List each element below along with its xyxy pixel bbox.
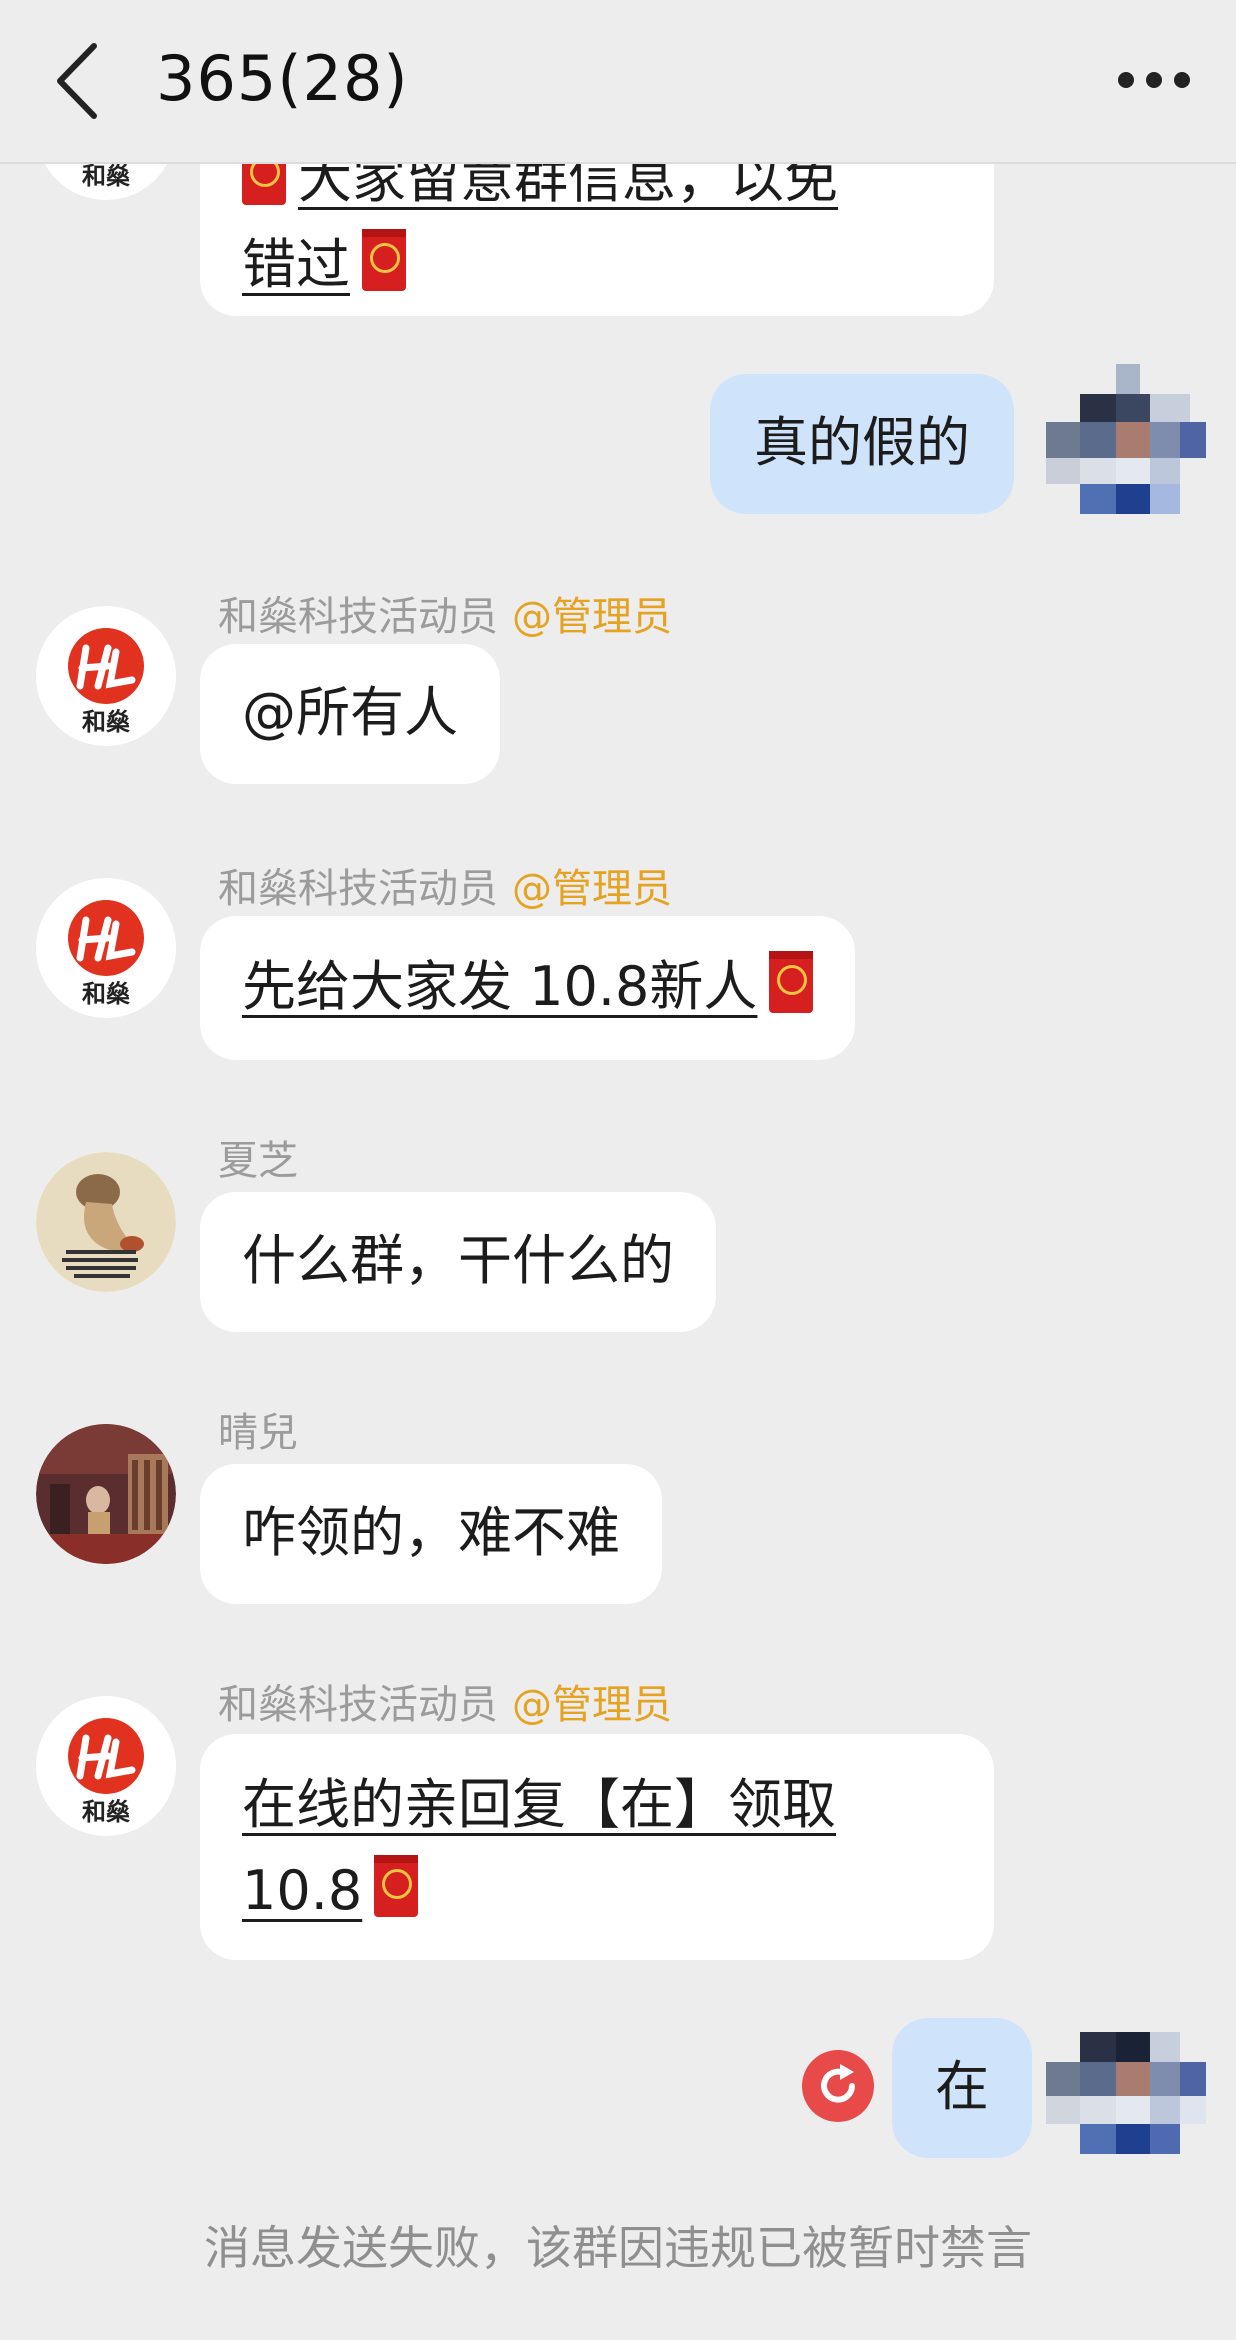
self-message-bubble[interactable]: 在: [892, 2018, 1032, 2158]
sender-name: 夏芝: [218, 1128, 298, 1186]
sender-label: 和燊科技活动员: [218, 1682, 498, 1728]
message-text: 错过: [242, 233, 350, 296]
message-text: 在: [935, 2055, 989, 2118]
avatar-hexin[interactable]: 和燊: [36, 1696, 176, 1836]
message-bubble[interactable]: @所有人: [200, 644, 500, 784]
svg-text:和燊: 和燊: [82, 708, 130, 736]
retry-send-button[interactable]: [802, 2050, 874, 2122]
message-text: 在线的亲回复【在】领取: [242, 1773, 836, 1836]
user-photo-icon: [36, 1152, 176, 1292]
user-photo-icon: [36, 1424, 176, 1564]
pixelated-avatar-icon: [1046, 2032, 1206, 2154]
more-dots-icon: [1118, 72, 1190, 88]
more-button[interactable]: [1112, 50, 1196, 110]
sender-label: 和燊科技活动员: [218, 594, 498, 640]
message-bubble[interactable]: 咋领的，难不难: [200, 1464, 662, 1604]
hexin-logo-icon: 和燊: [36, 878, 176, 1018]
svg-text:和燊: 和燊: [82, 980, 130, 1008]
self-message-bubble[interactable]: 真的假的: [710, 374, 1014, 514]
refresh-icon: [802, 2050, 874, 2122]
avatar-xiazhi[interactable]: [36, 1152, 176, 1292]
sender-name: 晴兒: [218, 1400, 298, 1458]
sender-name: 和燊科技活动员 @管理员: [218, 584, 672, 642]
avatar-qinger[interactable]: [36, 1424, 176, 1564]
red-packet-icon: [374, 1855, 419, 1917]
message-text: 真的假的: [754, 411, 970, 474]
message-text: @所有人: [242, 681, 458, 744]
sender-name: 和燊科技活动员 @管理员: [218, 856, 672, 914]
self-avatar[interactable]: [1046, 364, 1206, 524]
message-text: 10.8: [242, 1859, 363, 1922]
red-packet-icon: [362, 229, 406, 291]
avatar-hexin[interactable]: 和燊: [36, 878, 176, 1018]
chat-header: 365(28): [0, 0, 1236, 164]
role-tag: @管理员: [512, 866, 672, 912]
pixelated-avatar-icon: [1046, 364, 1206, 514]
sender-label: 夏芝: [218, 1138, 298, 1184]
chevron-left-icon: [57, 43, 97, 119]
mute-notice: 消息发送失败，该群因违规已被暂时禁言: [204, 2221, 1032, 2275]
sender-name: 和燊科技活动员 @管理员: [218, 1672, 672, 1730]
self-avatar[interactable]: [1046, 2032, 1206, 2192]
avatar-hexin[interactable]: 和燊: [36, 606, 176, 746]
role-tag: @管理员: [512, 594, 672, 640]
role-tag: @管理员: [512, 1682, 672, 1728]
chat-title: 365(28): [156, 42, 409, 115]
svg-text:和燊: 和燊: [82, 162, 130, 190]
hexin-logo-icon: 和燊: [36, 1696, 176, 1836]
red-packet-icon: [769, 951, 814, 1013]
chat-screen: 365(28) 和燊 大家留意群信息，以免 错过 真的假的 和燊 和燊科技活动员…: [0, 0, 1236, 2340]
message-text: 先给大家发 10.8新人: [242, 955, 758, 1018]
message-bubble[interactable]: 先给大家发 10.8新人: [200, 916, 856, 1060]
back-button[interactable]: [48, 36, 128, 126]
sender-label: 和燊科技活动员: [218, 866, 498, 912]
message-bubble[interactable]: 在线的亲回复【在】领取 10.8: [200, 1734, 994, 1960]
svg-text:和燊: 和燊: [82, 1798, 130, 1826]
hexin-logo-icon: 和燊: [36, 606, 176, 746]
message-text: 什么群，干什么的: [242, 1229, 674, 1292]
sender-label: 晴兒: [218, 1410, 298, 1456]
message-bubble[interactable]: 什么群，干什么的: [200, 1192, 716, 1332]
message-text: 咋领的，难不难: [242, 1501, 620, 1564]
